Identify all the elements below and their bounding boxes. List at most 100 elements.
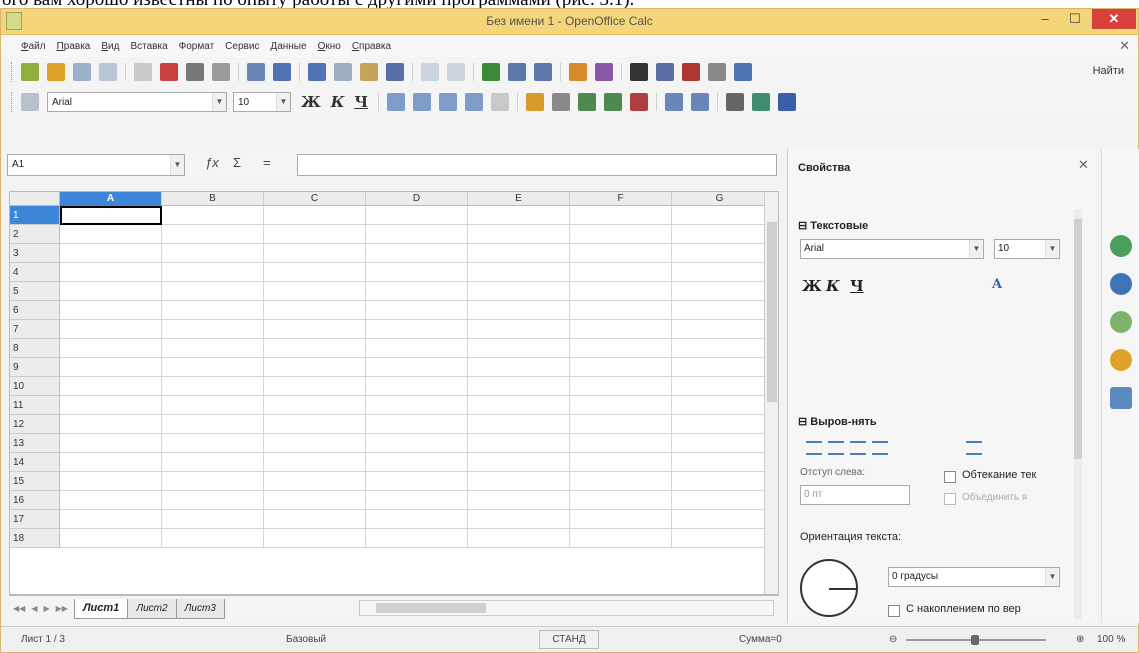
grid-cell[interactable] [366, 415, 468, 434]
grid-cell[interactable] [366, 472, 468, 491]
grid-cell[interactable] [672, 415, 768, 434]
column-header[interactable]: C [264, 192, 366, 206]
find-replace-icon[interactable] [630, 63, 648, 81]
grid-cell[interactable] [264, 320, 366, 339]
currency-format-icon[interactable] [526, 93, 545, 111]
grid-cell[interactable] [264, 396, 366, 415]
navigator-deck-icon[interactable] [1110, 349, 1132, 371]
grid-cell[interactable] [366, 225, 468, 244]
menu-tools[interactable]: Сервис [225, 41, 259, 52]
menu-format[interactable]: Формат [179, 41, 215, 52]
row-header[interactable]: 18 [10, 529, 60, 548]
grid-cell[interactable] [60, 377, 162, 396]
grid-cell[interactable] [468, 472, 570, 491]
zoom-in-icon[interactable]: ⊕ [1076, 634, 1084, 645]
grid-cell[interactable] [162, 263, 264, 282]
grid-cell[interactable] [60, 320, 162, 339]
borders-icon[interactable] [726, 93, 745, 111]
menu-insert[interactable]: Вставка [130, 41, 167, 52]
grid-cell[interactable] [672, 244, 768, 263]
row-header[interactable]: 13 [10, 434, 60, 453]
grid-cell[interactable] [468, 263, 570, 282]
bold-button[interactable]: Ж [301, 93, 321, 111]
grid-cell[interactable] [672, 206, 768, 225]
increase-indent-icon[interactable] [691, 93, 710, 111]
grid-cell[interactable] [60, 244, 162, 263]
grid-cell[interactable] [570, 453, 672, 472]
grid-cell[interactable] [672, 225, 768, 244]
grid-cell[interactable] [162, 415, 264, 434]
grid-cell[interactable] [162, 358, 264, 377]
email-icon[interactable] [99, 63, 117, 81]
chevron-down-icon[interactable]: ▼ [276, 93, 290, 111]
grid-cell[interactable] [264, 377, 366, 396]
orientation-dial[interactable] [800, 559, 858, 617]
page-style[interactable]: Базовый [286, 634, 326, 645]
grid-cell[interactable] [60, 434, 162, 453]
print-icon[interactable] [186, 63, 204, 81]
function-icon[interactable]: = [263, 155, 271, 170]
grid-cell[interactable] [366, 339, 468, 358]
chevron-down-icon[interactable]: ▼ [212, 93, 226, 111]
delete-decimal-icon[interactable] [630, 93, 649, 111]
sum-icon[interactable]: Σ [233, 155, 241, 170]
row-header[interactable]: 4 [10, 263, 60, 282]
grid-cell[interactable] [366, 510, 468, 529]
grid-cell[interactable] [570, 282, 672, 301]
grid-cell[interactable] [264, 472, 366, 491]
grid-cell[interactable] [162, 491, 264, 510]
grid-cell[interactable] [264, 244, 366, 263]
last-sheet-icon[interactable]: ▶▶ [56, 604, 68, 613]
grid-cell[interactable] [264, 415, 366, 434]
edit-file-icon[interactable] [134, 63, 152, 81]
grid-cell[interactable] [672, 320, 768, 339]
grid-cell[interactable] [672, 453, 768, 472]
grid-cell[interactable] [162, 453, 264, 472]
grid-cell[interactable] [264, 282, 366, 301]
vertical-scrollbar[interactable] [764, 192, 778, 594]
grid-cell[interactable] [366, 244, 468, 263]
align-left-icon[interactable] [387, 93, 406, 111]
grid-cell[interactable] [672, 396, 768, 415]
grid-cell[interactable] [162, 320, 264, 339]
menu-help[interactable]: Справка [352, 41, 391, 52]
grid-cell[interactable] [468, 358, 570, 377]
grid-cell[interactable] [570, 472, 672, 491]
grid-cell[interactable] [60, 453, 162, 472]
scrollbar-thumb[interactable] [1074, 219, 1082, 459]
navigator-icon[interactable] [656, 63, 674, 81]
cut-icon[interactable] [308, 63, 326, 81]
grid-cell[interactable] [264, 225, 366, 244]
grid-cell[interactable] [468, 282, 570, 301]
scrollbar-thumb[interactable] [767, 222, 777, 402]
grid-cell[interactable] [162, 244, 264, 263]
copy-icon[interactable] [334, 63, 352, 81]
grid-cell[interactable] [264, 510, 366, 529]
grid-cell[interactable] [60, 358, 162, 377]
sidebar-scrollbar[interactable] [1074, 209, 1082, 619]
grid-cell[interactable] [162, 339, 264, 358]
grid-cell[interactable] [264, 434, 366, 453]
menu-edit[interactable]: Правка [57, 41, 91, 52]
grid-cell[interactable] [60, 225, 162, 244]
font-color-icon[interactable]: A [992, 277, 1002, 292]
zoom-out-icon[interactable]: ⊖ [889, 634, 897, 645]
grid-cell[interactable] [570, 358, 672, 377]
paste-icon[interactable] [360, 63, 378, 81]
rotation-degrees-box[interactable]: 0 градусы ▼ [888, 567, 1060, 587]
grid-cell[interactable] [672, 339, 768, 358]
horizontal-scrollbar[interactable] [359, 600, 774, 616]
zoom-level[interactable]: 100 % [1097, 634, 1125, 645]
stacked-checkbox[interactable] [888, 605, 900, 617]
grid-cell[interactable] [570, 529, 672, 548]
grid-cell[interactable] [162, 377, 264, 396]
grid-cell[interactable] [60, 472, 162, 491]
align-center-icon[interactable] [413, 93, 432, 111]
percent-format-icon[interactable] [552, 93, 571, 111]
row-header[interactable]: 5 [10, 282, 60, 301]
row-header[interactable]: 7 [10, 320, 60, 339]
grid-cell[interactable] [570, 510, 672, 529]
align-left-icon[interactable] [806, 441, 822, 455]
toolbar-grip[interactable] [11, 92, 14, 112]
close-icon[interactable]: ✕ [1078, 157, 1089, 173]
